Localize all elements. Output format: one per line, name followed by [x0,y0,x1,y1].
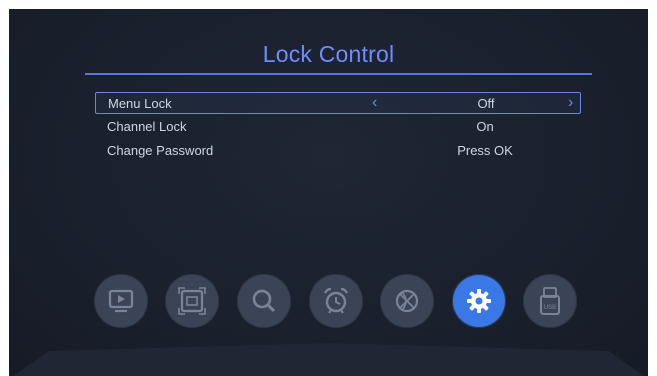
menu-item-value: On [476,119,494,134]
menu-item-label: Channel Lock [107,119,187,134]
chevron-left-icon[interactable]: ‹ [372,95,377,111]
tv-play-icon [108,289,134,313]
dock-button-settings[interactable] [452,274,506,328]
tv-screen: Lock Control Menu Lock ‹ Off › Channel L… [9,9,648,376]
menu-item-change-password[interactable]: Change Password Press OK [95,140,581,162]
chevron-right-icon[interactable]: › [568,95,573,111]
bottom-dock: USB [9,272,648,332]
usb-label: USB [544,305,556,311]
menu-item-value: Off [477,96,495,111]
alarm-clock-icon [324,287,348,314]
usb-icon: USB [540,287,560,315]
picture-icon [178,287,206,315]
ball-icon [395,289,419,313]
dock-button-usb[interactable]: USB [523,274,577,328]
dock-button-media[interactable] [94,274,148,328]
menu-item-channel-lock[interactable]: Channel Lock On [95,116,581,138]
floor-decoration [13,343,644,376]
dock-button-timer[interactable] [309,274,363,328]
menu-item-label: Change Password [107,143,214,158]
menu-item-menu-lock[interactable]: Menu Lock ‹ Off › [95,92,581,114]
dock-button-picture[interactable] [165,274,219,328]
search-icon [252,289,276,313]
title-divider [85,73,592,75]
page-title: Lock Control [262,41,395,67]
menu-item-value: Press OK [457,143,513,158]
gear-icon [467,289,491,313]
dock-button-search[interactable] [237,274,291,328]
menu-item-label: Menu Lock [108,96,172,111]
dock-button-apps[interactable] [380,274,434,328]
